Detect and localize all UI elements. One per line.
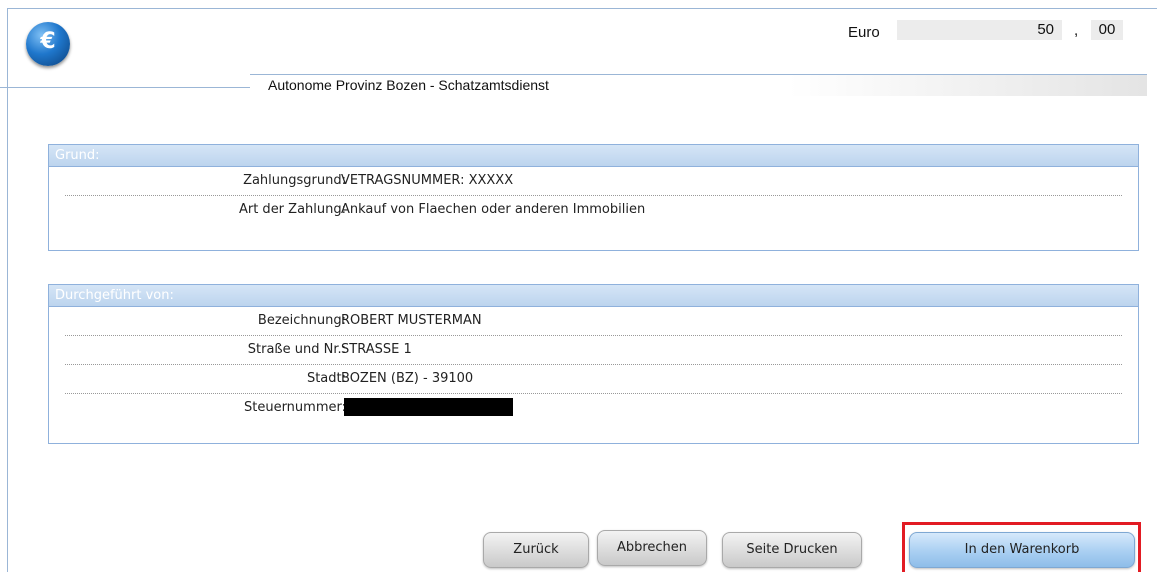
durchgefuehrt-panel-title: Durchgeführt von: <box>49 285 1138 307</box>
amount-decimal-field: 00 <box>1091 20 1123 40</box>
currency-label: Euro <box>848 24 880 41</box>
provider-name: Autonome Provinz Bozen - Schatzamtsdiens… <box>250 74 1147 96</box>
row-value: BOZEN (BZ) - 39100 <box>341 371 474 386</box>
grund-panel: Grund: Zahlungsgrund: VETRAGSNUMMER: XXX… <box>48 144 1139 251</box>
payer-row: Stadt: BOZEN (BZ) - 39100 <box>65 365 1122 394</box>
row-label: Zahlungsgrund: <box>243 173 346 188</box>
redacted-tax-number <box>344 398 513 416</box>
grund-row: Art der Zahlung: Ankauf von Flaechen ode… <box>65 196 1122 225</box>
grund-panel-title: Grund: <box>49 145 1138 167</box>
cancel-button[interactable]: Abbrechen <box>597 530 707 566</box>
row-value: Ankauf von Flaechen oder anderen Immobil… <box>341 202 646 217</box>
row-label: Steuernummer: <box>243 400 346 415</box>
header-divider <box>0 87 250 88</box>
amount-integer-field: 50 <box>897 20 1062 40</box>
print-button[interactable]: Seite Drucken <box>722 532 862 568</box>
row-value: STRASSE 1 <box>341 342 412 357</box>
payer-row: Straße und Nr.: STRASSE 1 <box>65 336 1122 365</box>
row-label: Art der Zahlung: <box>238 202 346 217</box>
euro-symbol: € <box>40 29 56 54</box>
row-value: ROBERT MUSTERMAN <box>341 313 482 328</box>
grund-row: Zahlungsgrund: VETRAGSNUMMER: XXXXX <box>65 167 1122 196</box>
back-button[interactable]: Zurück <box>483 532 589 568</box>
euro-coin-icon: € <box>26 22 70 66</box>
highlight-box <box>902 522 1141 572</box>
durchgefuehrt-panel: Durchgeführt von: Bezeichnung: ROBERT MU… <box>48 284 1139 444</box>
payer-row: Bezeichnung: ROBERT MUSTERMAN <box>65 307 1122 336</box>
row-label: Bezeichnung: <box>257 313 346 328</box>
row-value: VETRAGSNUMMER: XXXXX <box>341 173 514 188</box>
row-label: Straße und Nr.: <box>247 342 346 357</box>
amount-separator: , <box>1074 22 1079 39</box>
payer-row: Steuernummer: <box>65 394 1122 423</box>
